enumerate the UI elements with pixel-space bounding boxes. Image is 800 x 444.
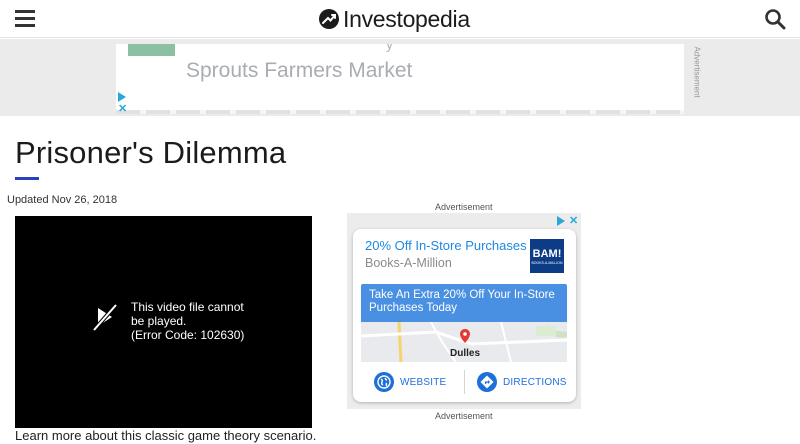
top-ad-banner[interactable]: y Sprouts Farmers Market bbox=[116, 44, 684, 114]
advertisement-label: Advertisement bbox=[435, 202, 493, 212]
website-button[interactable]: WEBSITE bbox=[374, 370, 446, 394]
video-error-line: be played. bbox=[131, 314, 187, 328]
bam-logo[interactable]: BAM! BOOKS-A-MILLION bbox=[530, 239, 564, 273]
page-title: Prisoner's Dilemma bbox=[15, 135, 287, 170]
ad-cropped-text: y bbox=[386, 44, 393, 52]
video-player[interactable]: This video file cannot be played. (Error… bbox=[15, 216, 312, 428]
advertisement-label: Advertisement bbox=[435, 411, 493, 421]
video-caption: Learn more about this classic game theor… bbox=[15, 428, 317, 443]
side-ad-headline[interactable]: 20% Off In-Store Purchases bbox=[365, 238, 527, 253]
video-error-icon bbox=[92, 303, 118, 332]
ad-advertiser-name: Sprouts Farmers Market bbox=[186, 59, 413, 82]
ad-map-strip bbox=[116, 110, 684, 114]
updated-date: Updated Nov 26, 2018 bbox=[7, 194, 118, 206]
search-icon[interactable] bbox=[764, 8, 786, 30]
site-header: Investopedia bbox=[0, 0, 800, 38]
website-button-label: WEBSITE bbox=[400, 376, 447, 388]
ad-vertical-label-text: Advertisement bbox=[692, 46, 702, 98]
button-divider bbox=[464, 370, 465, 394]
map-location-label: Dulles bbox=[450, 348, 481, 359]
investopedia-logo[interactable]: Investopedia bbox=[318, 6, 470, 32]
directions-button[interactable]: DIRECTIONS bbox=[477, 370, 567, 394]
ad-choices-icon[interactable] bbox=[118, 92, 126, 102]
investopedia-logo-mark-icon bbox=[319, 9, 339, 29]
side-ad-offer-banner[interactable]: Take An Extra 20% Off Your In-Store Purc… bbox=[361, 284, 567, 322]
video-error-line: This video file cannot bbox=[131, 300, 244, 314]
logo-text: Investopedia bbox=[343, 5, 470, 32]
title-accent-rule bbox=[15, 177, 39, 180]
hamburger-menu-icon[interactable] bbox=[15, 10, 35, 27]
bam-logo-text: BAM! bbox=[532, 248, 562, 260]
side-ad-choices[interactable]: ✕ bbox=[557, 214, 578, 227]
globe-icon bbox=[374, 372, 394, 392]
ad-close-icon[interactable]: ✕ bbox=[118, 102, 127, 115]
side-ad-advertiser: Books-A-Million bbox=[365, 256, 452, 270]
map-pin-icon bbox=[460, 329, 470, 343]
ad-green-block bbox=[128, 44, 175, 56]
directions-icon bbox=[477, 372, 497, 392]
ad-vertical-label: Advertisement bbox=[692, 46, 702, 112]
ad-close-icon[interactable]: ✕ bbox=[569, 214, 578, 227]
video-error-message: This video file cannot be played. (Error… bbox=[131, 300, 251, 342]
ad-choices-icon[interactable] bbox=[557, 215, 565, 226]
directions-button-label: DIRECTIONS bbox=[503, 376, 567, 388]
bam-logo-subtext: BOOKS-A-MILLION bbox=[531, 261, 563, 265]
video-error-line: (Error Code: 102630) bbox=[131, 328, 245, 342]
